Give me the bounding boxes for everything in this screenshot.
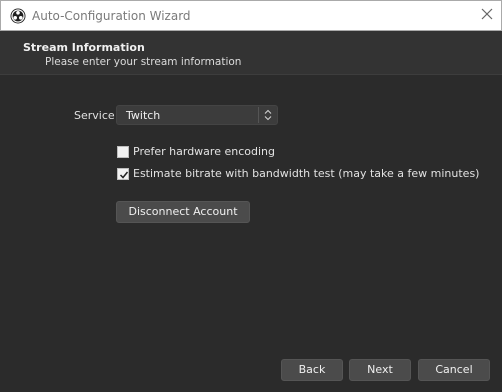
estimate-bitrate-checkbox[interactable] xyxy=(117,168,129,180)
window-title: Auto-Configuration Wizard xyxy=(32,9,191,23)
estimate-bitrate-label: Estimate bitrate with bandwidth test (ma… xyxy=(133,167,480,180)
page-header: Stream Information Please enter your str… xyxy=(0,31,502,75)
estimate-bitrate-option[interactable]: Estimate bitrate with bandwidth test (ma… xyxy=(117,167,479,181)
disconnect-account-label: Disconnect Account xyxy=(128,205,238,218)
close-icon[interactable] xyxy=(480,7,494,21)
back-button-label: Back xyxy=(298,363,326,376)
spin-arrows-icon xyxy=(264,109,272,121)
obs-logo-icon xyxy=(10,8,26,24)
next-button-label: Next xyxy=(367,363,393,376)
prefer-hardware-encoding-checkbox[interactable] xyxy=(117,146,129,158)
service-select[interactable]: Twitch xyxy=(116,105,278,125)
service-select-value: Twitch xyxy=(126,109,161,122)
page-subtitle: Please enter your stream information xyxy=(45,56,242,68)
cancel-button[interactable]: Cancel xyxy=(418,359,490,381)
page-title: Stream Information xyxy=(23,41,145,54)
next-button[interactable]: Next xyxy=(349,359,411,381)
prefer-hardware-encoding-option[interactable]: Prefer hardware encoding xyxy=(117,145,275,159)
service-label: Service xyxy=(74,109,115,122)
checkmark-icon xyxy=(119,171,129,179)
select-divider xyxy=(258,107,259,123)
back-button[interactable]: Back xyxy=(281,359,343,381)
disconnect-account-button[interactable]: Disconnect Account xyxy=(116,201,250,223)
title-bar: Auto-Configuration Wizard xyxy=(0,0,502,31)
cancel-button-label: Cancel xyxy=(435,363,473,376)
prefer-hardware-encoding-label: Prefer hardware encoding xyxy=(133,145,275,158)
wizard-window: Stream Information Please enter your str… xyxy=(0,31,502,392)
